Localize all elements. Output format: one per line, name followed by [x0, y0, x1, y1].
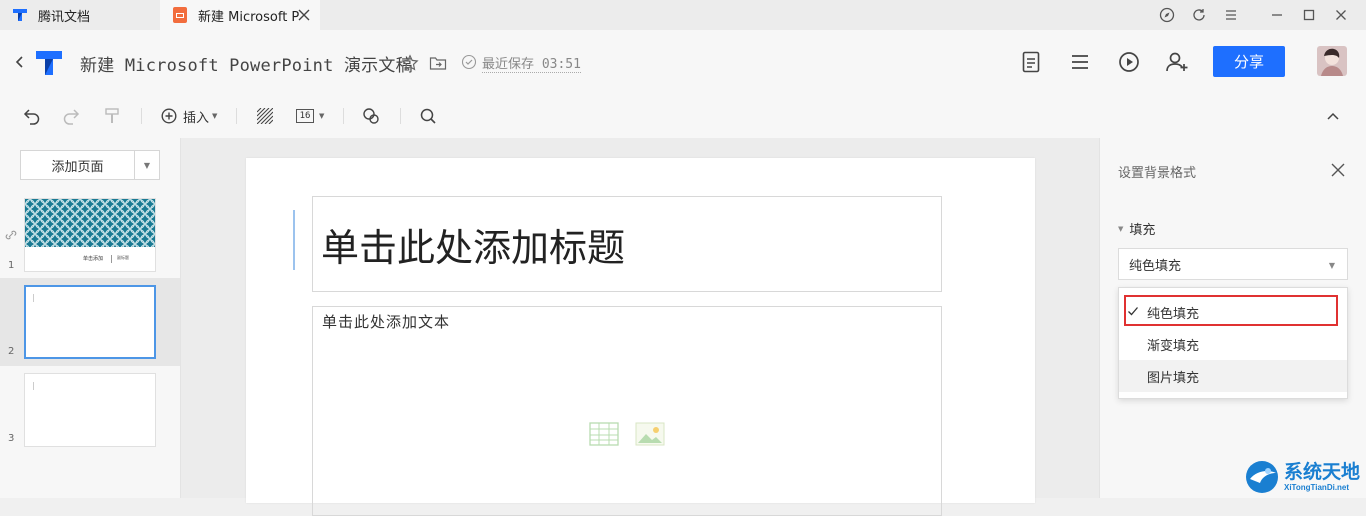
tencent-docs-logo-icon[interactable]: [33, 46, 65, 78]
document-outline-icon[interactable]: [1019, 50, 1043, 74]
add-page-button[interactable]: 添加页面 ▼: [20, 150, 160, 180]
slide-canvas: 单击此处添加标题 单击此处添加文本: [181, 138, 1099, 516]
comment-link-icon[interactable]: [4, 228, 18, 246]
save-status: 最近保存 03:51: [482, 53, 581, 73]
thumbnail-caption-right: 副标题: [117, 255, 129, 260]
document-header: 新建 Microsoft PowerPoint 演示文稿 最近保存 03:51 …: [0, 30, 1366, 94]
background-pattern-icon[interactable]: [257, 106, 273, 126]
maximize-icon[interactable]: [1300, 6, 1318, 24]
presentation-file-icon: [172, 7, 188, 23]
watermark-text: 系统天地: [1284, 461, 1361, 483]
toolbar-divider: [141, 108, 142, 124]
fill-section-header[interactable]: ▼ 填充: [1118, 219, 1155, 238]
toolbar-divider: [236, 108, 237, 124]
slide-number: 2: [8, 346, 15, 357]
menu-item-label: 渐变填充: [1147, 338, 1200, 354]
caret-down-icon: ▼: [1328, 261, 1335, 270]
fill-type-selected-value: 纯色填充: [1129, 258, 1182, 274]
tab-label: 腾讯文档: [38, 9, 91, 25]
editing-toolbar: 插入 ▼ 16 ▼: [0, 94, 1366, 138]
annotation-highlight-box: [1124, 295, 1338, 326]
back-chevron-icon[interactable]: [8, 50, 32, 74]
close-window-icon[interactable]: [1332, 6, 1350, 24]
body-placeholder-text: 单击此处添加文本: [322, 313, 451, 331]
font-size-value: 16: [296, 109, 314, 123]
slide-thumbnail-3[interactable]: [24, 373, 156, 447]
slide-number: 1: [8, 260, 15, 271]
menu-icon[interactable]: [1222, 6, 1240, 24]
watermark-logo-icon: [1246, 461, 1278, 493]
site-watermark: 系统天地 XiTongTianDi.net: [1244, 456, 1366, 498]
close-tab-icon[interactable]: [296, 7, 312, 23]
watermark-url: XiTongTianDi.net: [1284, 482, 1350, 492]
thumbnail-cursor-mark: [33, 382, 34, 390]
caret-down-icon: ▼: [212, 112, 218, 120]
plus-circle-icon: [161, 108, 177, 124]
fill-type-select[interactable]: 纯色填充 ▼: [1118, 248, 1348, 280]
document-title[interactable]: 新建 Microsoft PowerPoint 演示文稿: [80, 51, 413, 76]
slide-size-dropdown[interactable]: 16 ▼: [296, 106, 324, 126]
caret-down-icon: ▼: [319, 112, 325, 120]
slide-number: 3: [8, 433, 15, 444]
redo-icon[interactable]: [62, 106, 80, 126]
insert-image-icon[interactable]: [635, 421, 665, 451]
thumbnail-caption-left: 单击添加: [83, 256, 104, 262]
fill-section-label: 填充: [1129, 223, 1156, 238]
title-placeholder-text: 单击此处添加标题: [321, 226, 626, 270]
insert-button[interactable]: 插入 ▼: [161, 106, 217, 126]
title-placeholder-box[interactable]: 单击此处添加标题: [312, 196, 942, 292]
undo-icon[interactable]: [23, 106, 41, 126]
caret-down-icon[interactable]: ▼: [135, 151, 159, 179]
menu-item-label: 图片填充: [1147, 370, 1200, 386]
toolbar-divider: [400, 108, 401, 124]
thumbnail-pattern: [25, 199, 155, 247]
minimize-icon[interactable]: [1268, 6, 1286, 24]
compass-icon[interactable]: [1158, 6, 1176, 24]
play-slideshow-icon[interactable]: [1117, 50, 1141, 74]
shapes-icon[interactable]: [362, 106, 380, 126]
format-painter-icon[interactable]: [103, 106, 121, 126]
thumbnail-divider: [111, 255, 112, 263]
thumbnail-cursor-mark: [33, 294, 34, 302]
collapse-toolbar-chevron-icon[interactable]: [1325, 106, 1341, 126]
avatar[interactable]: [1317, 46, 1347, 76]
tencent-docs-logo-icon: [12, 7, 28, 23]
insert-label: 插入: [183, 110, 210, 126]
add-collaborator-icon[interactable]: [1165, 50, 1189, 74]
saved-check-icon: [458, 50, 480, 74]
caret-down-icon: ▼: [1118, 224, 1124, 233]
close-panel-icon[interactable]: [1329, 161, 1347, 179]
insert-table-icon[interactable]: [589, 421, 619, 451]
toolbar-divider: [343, 108, 344, 124]
slide-thumbnail-1[interactable]: 单击添加 副标题: [24, 198, 156, 272]
panel-title: 设置背景格式: [1118, 166, 1197, 181]
text-cursor-indicator: [293, 210, 295, 270]
slide-page[interactable]: 单击此处添加标题 单击此处添加文本: [246, 158, 1035, 516]
refresh-icon[interactable]: [1190, 6, 1208, 24]
list-menu-icon[interactable]: [1068, 50, 1092, 74]
share-button[interactable]: 分享: [1213, 46, 1285, 77]
menu-item-picture-fill[interactable]: 图片填充: [1119, 360, 1347, 392]
move-to-folder-icon[interactable]: [426, 51, 450, 75]
slide-thumbnail-panel: 添加页面 ▼ 单击添加 副标题 1 2 3: [0, 138, 181, 498]
tab-bar: 腾讯文档 新建 Microsoft P: [0, 0, 1366, 30]
tab-label: 新建 Microsoft P: [198, 9, 300, 25]
body-placeholder-box[interactable]: 单击此处添加文本: [312, 306, 942, 516]
search-icon[interactable]: [419, 106, 437, 126]
menu-item-gradient-fill[interactable]: 渐变填充: [1119, 328, 1347, 360]
add-page-label: 添加页面: [21, 151, 135, 179]
tab-presentation[interactable]: 新建 Microsoft P: [160, 0, 320, 30]
slide-thumbnail-2[interactable]: [24, 285, 156, 359]
star-icon[interactable]: [398, 51, 422, 75]
tab-tencent-docs[interactable]: 腾讯文档: [0, 0, 160, 30]
